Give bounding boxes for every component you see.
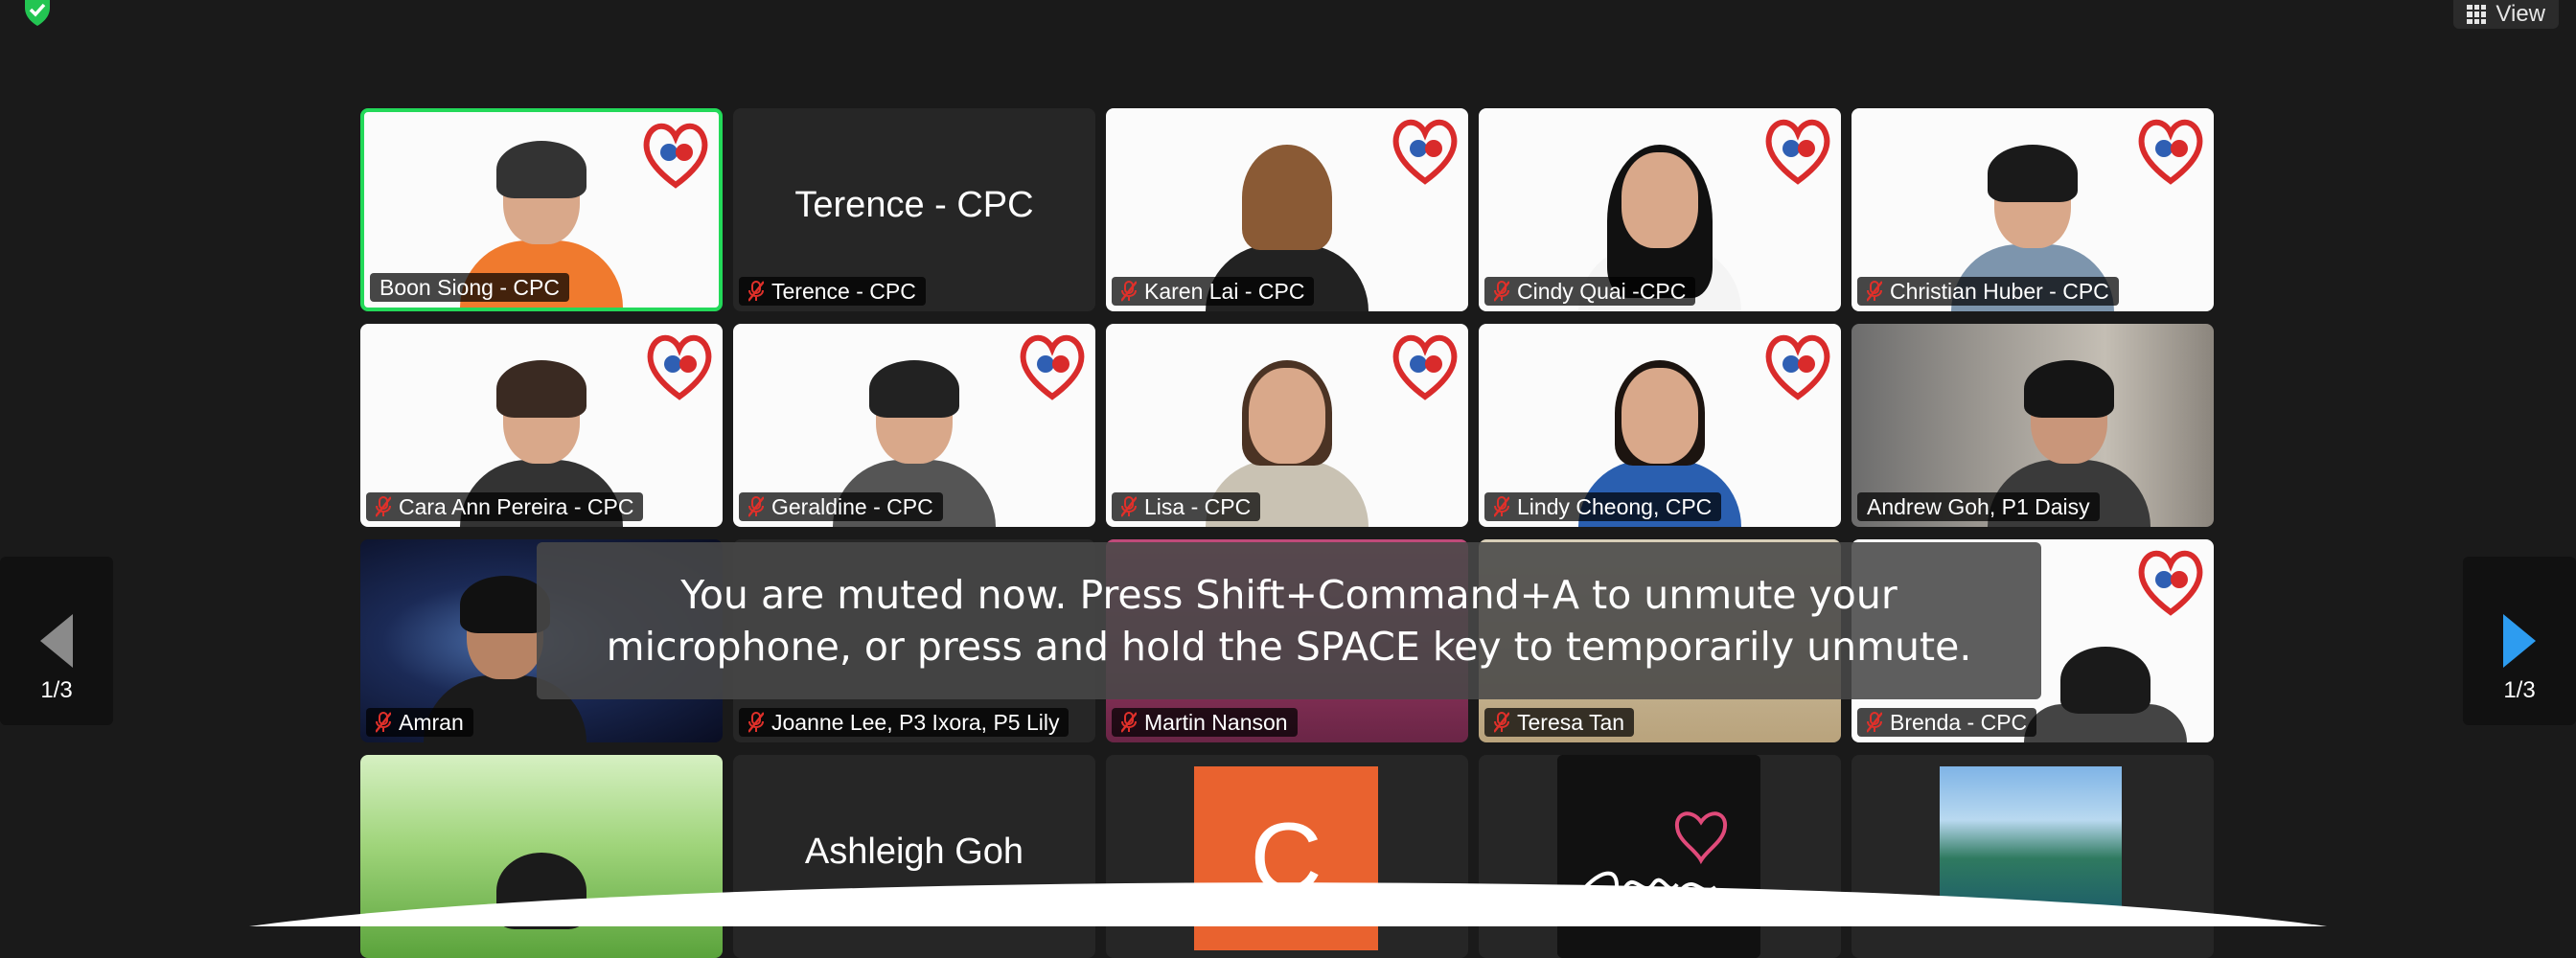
participant-name: Christian Huber - CPC [1890,278,2109,304]
organization-logo-icon [2138,119,2203,185]
participant-name: Brenda - CPC [1890,709,2028,735]
participant-tile[interactable]: Lindy Cheong, CPC [1479,324,1841,527]
muted-mic-icon [1867,712,1882,733]
participant-name-tag: Martin Nanson [1112,708,1298,737]
participant-tile[interactable]: Karen Lai - CPC [1106,108,1468,311]
participant-name: Lisa - CPC [1144,493,1252,519]
muted-mic-icon [748,281,764,302]
participant-name-tag: Karen Lai - CPC [1112,277,1315,306]
organization-logo-icon [1765,334,1830,400]
participant-name-tag: Lisa - CPC [1112,492,1261,521]
participant-name-tag: Andrew Goh, P1 Daisy [1857,492,2100,521]
participant-tile[interactable]: Lisa - CPC [1106,324,1468,527]
participant-tile[interactable] [1852,755,2214,958]
participant-name-tag: Teresa Tan [1484,708,1635,737]
page-indicator: 1/3 [2503,677,2536,703]
view-button[interactable]: View [2453,0,2559,29]
organization-logo-icon [647,334,712,400]
organization-logo-icon [1765,119,1830,185]
participant-name: Joanne Lee, P3 Ixora, P5 Lily [771,709,1060,735]
muted-notification-line-2: microphone, or press and hold the SPACE … [606,624,1972,670]
participant-name: Terence - CPC [771,278,916,304]
bottom-edge-curve [0,882,2576,926]
chevron-right-icon [2503,614,2536,668]
participant-name-tag: Geraldine - CPC [739,492,943,521]
participant-tile[interactable]: Geraldine - CPC [733,324,1095,527]
next-page-button[interactable]: 1/3 [2463,557,2576,725]
participant-tile[interactable]: Ashleigh Goh [733,755,1095,958]
security-shield-icon[interactable] [21,0,54,27]
participant-tile[interactable] [360,755,723,958]
participant-name: Martin Nanson [1144,709,1288,735]
organization-logo-icon [2138,550,2203,616]
participant-name: Cara Ann Pereira - CPC [399,493,634,519]
participant-name-tag: Cara Ann Pereira - CPC [366,492,644,521]
participant-tile[interactable]: Cara Ann Pereira - CPC [360,324,723,527]
muted-mic-icon [376,712,391,733]
chevron-left-icon [40,614,73,668]
participant-name: Teresa Tan [1517,709,1625,735]
participant-tile[interactable] [1479,755,1841,958]
participant-name: Karen Lai - CPC [1144,278,1305,304]
participant-display-name: Terence - CPC [794,185,1034,225]
muted-mic-icon [1494,712,1509,733]
participant-gallery: Boon Siong - CPC Terence - CPC Terence -… [360,108,2216,958]
participant-name-tag: Lindy Cheong, CPC [1484,492,1722,521]
muted-mic-icon [1121,712,1137,733]
muted-notification: You are muted now. Press Shift+Command+A… [537,542,2041,699]
participant-video [460,786,623,958]
participant-name: Amran [399,709,464,735]
participant-name-tag: Amran [366,708,473,737]
participant-name: Andrew Goh, P1 Daisy [1867,493,2090,519]
participant-name-tag: Joanne Lee, P3 Ixora, P5 Lily [739,708,1070,737]
participant-tile[interactable]: Terence - CPC Terence - CPC [733,108,1095,311]
participant-avatar-logo [1557,755,1760,958]
participant-tile[interactable]: Christian Huber - CPC [1852,108,2214,311]
participant-name: Lindy Cheong, CPC [1517,493,1713,519]
participant-tile[interactable]: C [1106,755,1468,958]
muted-mic-icon [748,496,764,517]
participant-video [2023,647,2187,742]
participant-name: Cindy Quai -CPC [1517,278,1687,304]
muted-mic-icon [748,712,764,733]
participant-tile[interactable]: Andrew Goh, P1 Daisy [1852,324,2214,527]
muted-mic-icon [1867,281,1882,302]
muted-mic-icon [1494,281,1509,302]
participant-name-tag: Christian Huber - CPC [1857,277,2119,306]
previous-page-button[interactable]: 1/3 [0,557,113,725]
muted-mic-icon [1121,496,1137,517]
view-button-label: View [2496,1,2545,27]
participant-name-tag: Brenda - CPC [1857,708,2037,737]
participant-name-tag: Cindy Quai -CPC [1484,277,1696,306]
participant-tile[interactable]: Cindy Quai -CPC [1479,108,1841,311]
participant-tile[interactable]: Boon Siong - CPC [360,108,723,311]
organization-logo-icon [1392,119,1458,185]
page-indicator: 1/3 [40,677,73,703]
participant-name: Boon Siong - CPC [380,274,560,300]
muted-mic-icon [1494,496,1509,517]
participant-name: Geraldine - CPC [771,493,933,519]
muted-mic-icon [376,496,391,517]
muted-notification-line-1: You are muted now. Press Shift+Command+A… [680,572,1898,618]
participant-name-tag: Boon Siong - CPC [370,273,569,302]
participant-display-name: Ashleigh Goh [804,832,1024,872]
participant-name-tag: Terence - CPC [739,277,926,306]
organization-logo-icon [1392,334,1458,400]
grid-view-icon [2467,5,2487,24]
organization-logo-icon [1020,334,1085,400]
muted-mic-icon [1121,281,1137,302]
organization-logo-icon [643,123,708,189]
